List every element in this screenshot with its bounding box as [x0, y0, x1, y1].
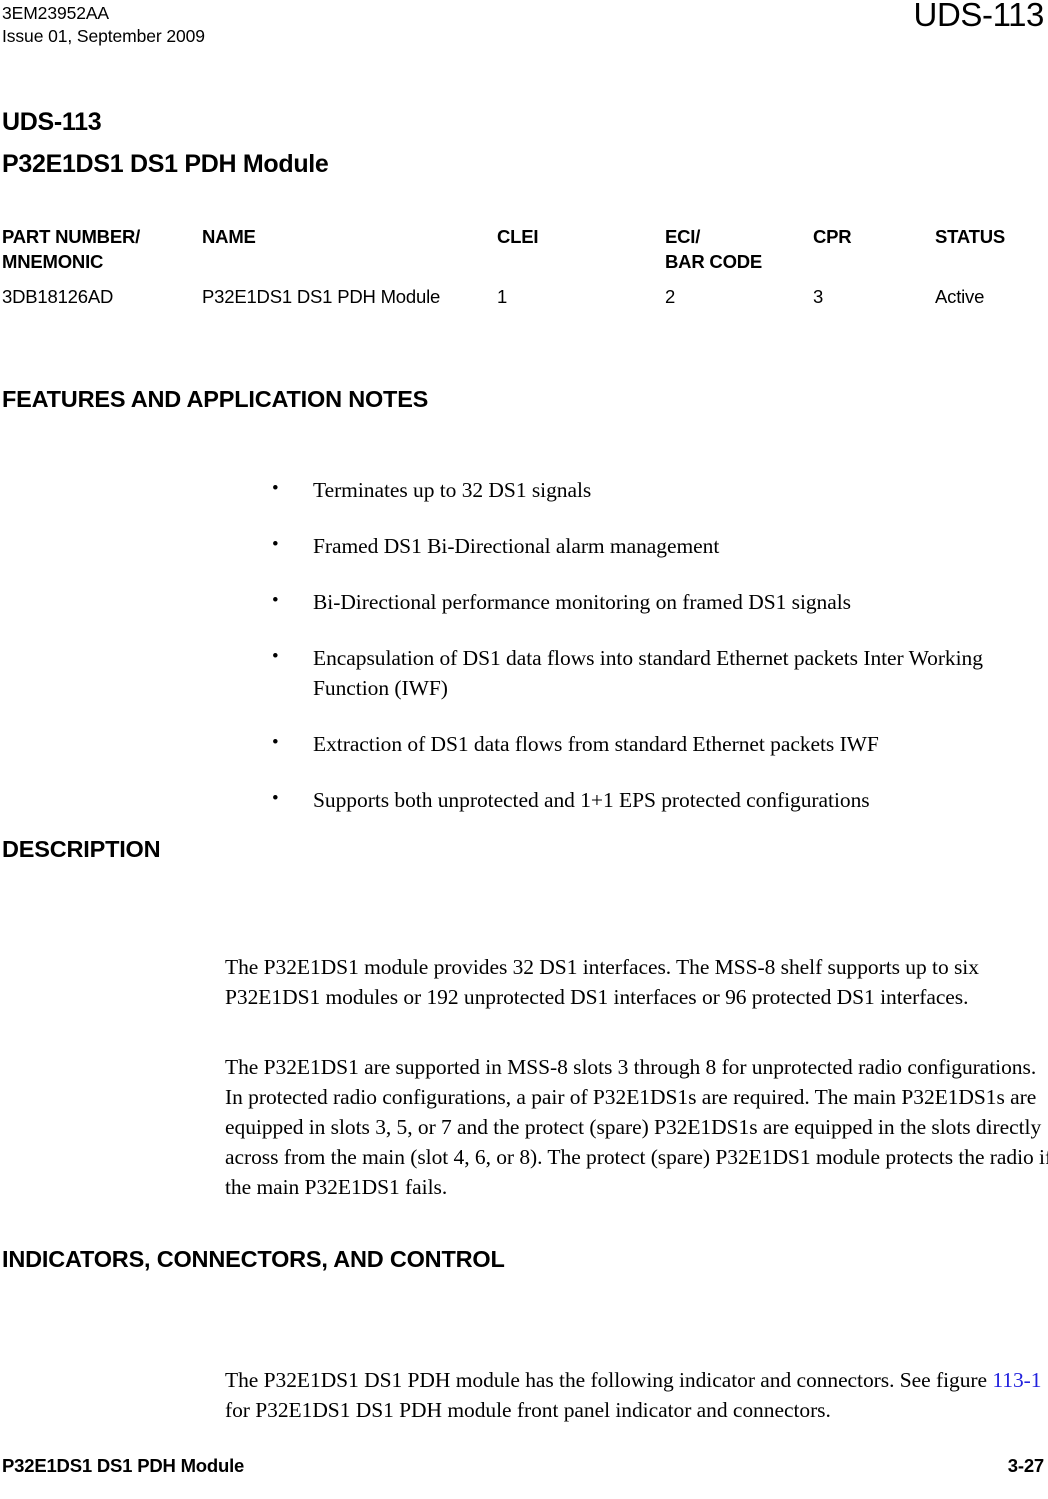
- list-item-label: Extraction of DS1 data flows from standa…: [313, 732, 879, 756]
- bullet-dot-icon: •: [272, 590, 279, 611]
- section-heading-indicators: INDICATORS, CONNECTORS, AND CONTROL: [2, 1246, 505, 1272]
- list-item-label: Terminates up to 32 DS1 signals: [313, 478, 592, 502]
- list-item: • Encapsulation of DS1 data flows into s…: [265, 643, 1048, 703]
- part-number-table: PART NUMBER/ MNEMONIC NAME CLEI ECI/ BAR…: [2, 225, 1046, 350]
- bullet-dot-icon: •: [272, 478, 279, 499]
- bullet-dot-icon: •: [272, 788, 279, 809]
- footer-module-name: P32E1DS1 DS1 PDH Module: [2, 1455, 245, 1476]
- table-header-part-number-line2: MNEMONIC: [2, 250, 104, 272]
- table-header-eci-line2: BAR CODE: [665, 250, 763, 272]
- indicators-text-before-link: The P32E1DS1 DS1 PDH module has the foll…: [225, 1368, 993, 1392]
- indicators-paragraph: The P32E1DS1 DS1 PDH module has the foll…: [225, 1365, 1048, 1425]
- footer-page-number: 3-27: [1007, 1455, 1044, 1476]
- document-number: 3EM23952AA: [2, 3, 109, 23]
- page-title: UDS-113: [2, 108, 102, 136]
- page-footer: P32E1DS1 DS1 PDH Module 3-27: [0, 1455, 1048, 1495]
- table-header-eci-line1: ECI/: [665, 226, 701, 247]
- document-issue: Issue 01, September 2009: [2, 26, 205, 46]
- list-item: • Framed DS1 Bi-Directional alarm manage…: [265, 531, 1048, 561]
- list-item: • Supports both unprotected and 1+1 EPS …: [265, 785, 1048, 815]
- description-paragraph-2: The P32E1DS1 are supported in MSS-8 slot…: [225, 1055, 1048, 1199]
- table-header-name: NAME: [202, 226, 256, 247]
- table-cell-eci-bar-code: 2: [665, 286, 676, 307]
- list-item: • Bi-Directional performance monitoring …: [265, 587, 1048, 617]
- list-item-label: Framed DS1 Bi-Directional alarm manageme…: [313, 534, 720, 558]
- description-paragraph-1: The P32E1DS1 module provides 32 DS1 inte…: [225, 955, 979, 1009]
- document-page: 3EM23952AA Issue 01, September 2009 UDS-…: [0, 0, 1048, 1499]
- table-cell-clei: 1: [497, 286, 508, 307]
- list-item-label: Encapsulation of DS1 data flows into sta…: [313, 646, 983, 700]
- running-head: 3EM23952AA Issue 01, September 2009 UDS-…: [0, 0, 1048, 60]
- table-header-part-number: PART NUMBER/ MNEMONIC: [2, 225, 197, 274]
- list-item-label: Bi-Directional performance monitoring on…: [313, 590, 851, 614]
- table-header-eci-bar-code: ECI/ BAR CODE: [665, 225, 810, 274]
- running-head-section-id: UDS-113: [913, 0, 1045, 33]
- table-header-part-number-line1: PART NUMBER/: [2, 226, 141, 247]
- table-header-clei: CLEI: [497, 226, 539, 247]
- page-subtitle: P32E1DS1 DS1 PDH Module: [2, 150, 329, 178]
- figure-cross-reference-link[interactable]: 113-1: [992, 1368, 1041, 1392]
- bullet-dot-icon: •: [272, 534, 279, 555]
- list-item: • Terminates up to 32 DS1 signals: [265, 475, 1048, 505]
- indicators-text-after-link: for P32E1DS1 DS1 PDH module front panel …: [225, 1398, 831, 1422]
- section-heading-description: DESCRIPTION: [2, 836, 161, 862]
- bullet-dot-icon: •: [272, 732, 279, 753]
- features-bullet-list: • Terminates up to 32 DS1 signals • Fram…: [265, 475, 1048, 815]
- list-item-label: Supports both unprotected and 1+1 EPS pr…: [313, 788, 870, 812]
- list-item: • Extraction of DS1 data flows from stan…: [265, 729, 1048, 759]
- table-cell-part-number: 3DB18126AD: [2, 286, 114, 307]
- bullet-dot-icon: •: [272, 646, 279, 667]
- table-header-cpr: CPR: [813, 226, 852, 247]
- table-cell-status: Active: [935, 286, 985, 307]
- running-head-left: 3EM23952AA Issue 01, September 2009: [2, 2, 205, 48]
- table-cell-name: P32E1DS1 DS1 PDH Module: [202, 286, 441, 307]
- section-heading-features: FEATURES AND APPLICATION NOTES: [2, 386, 429, 412]
- table-cell-cpr: 3: [813, 286, 824, 307]
- table-header-status: STATUS: [935, 226, 1006, 247]
